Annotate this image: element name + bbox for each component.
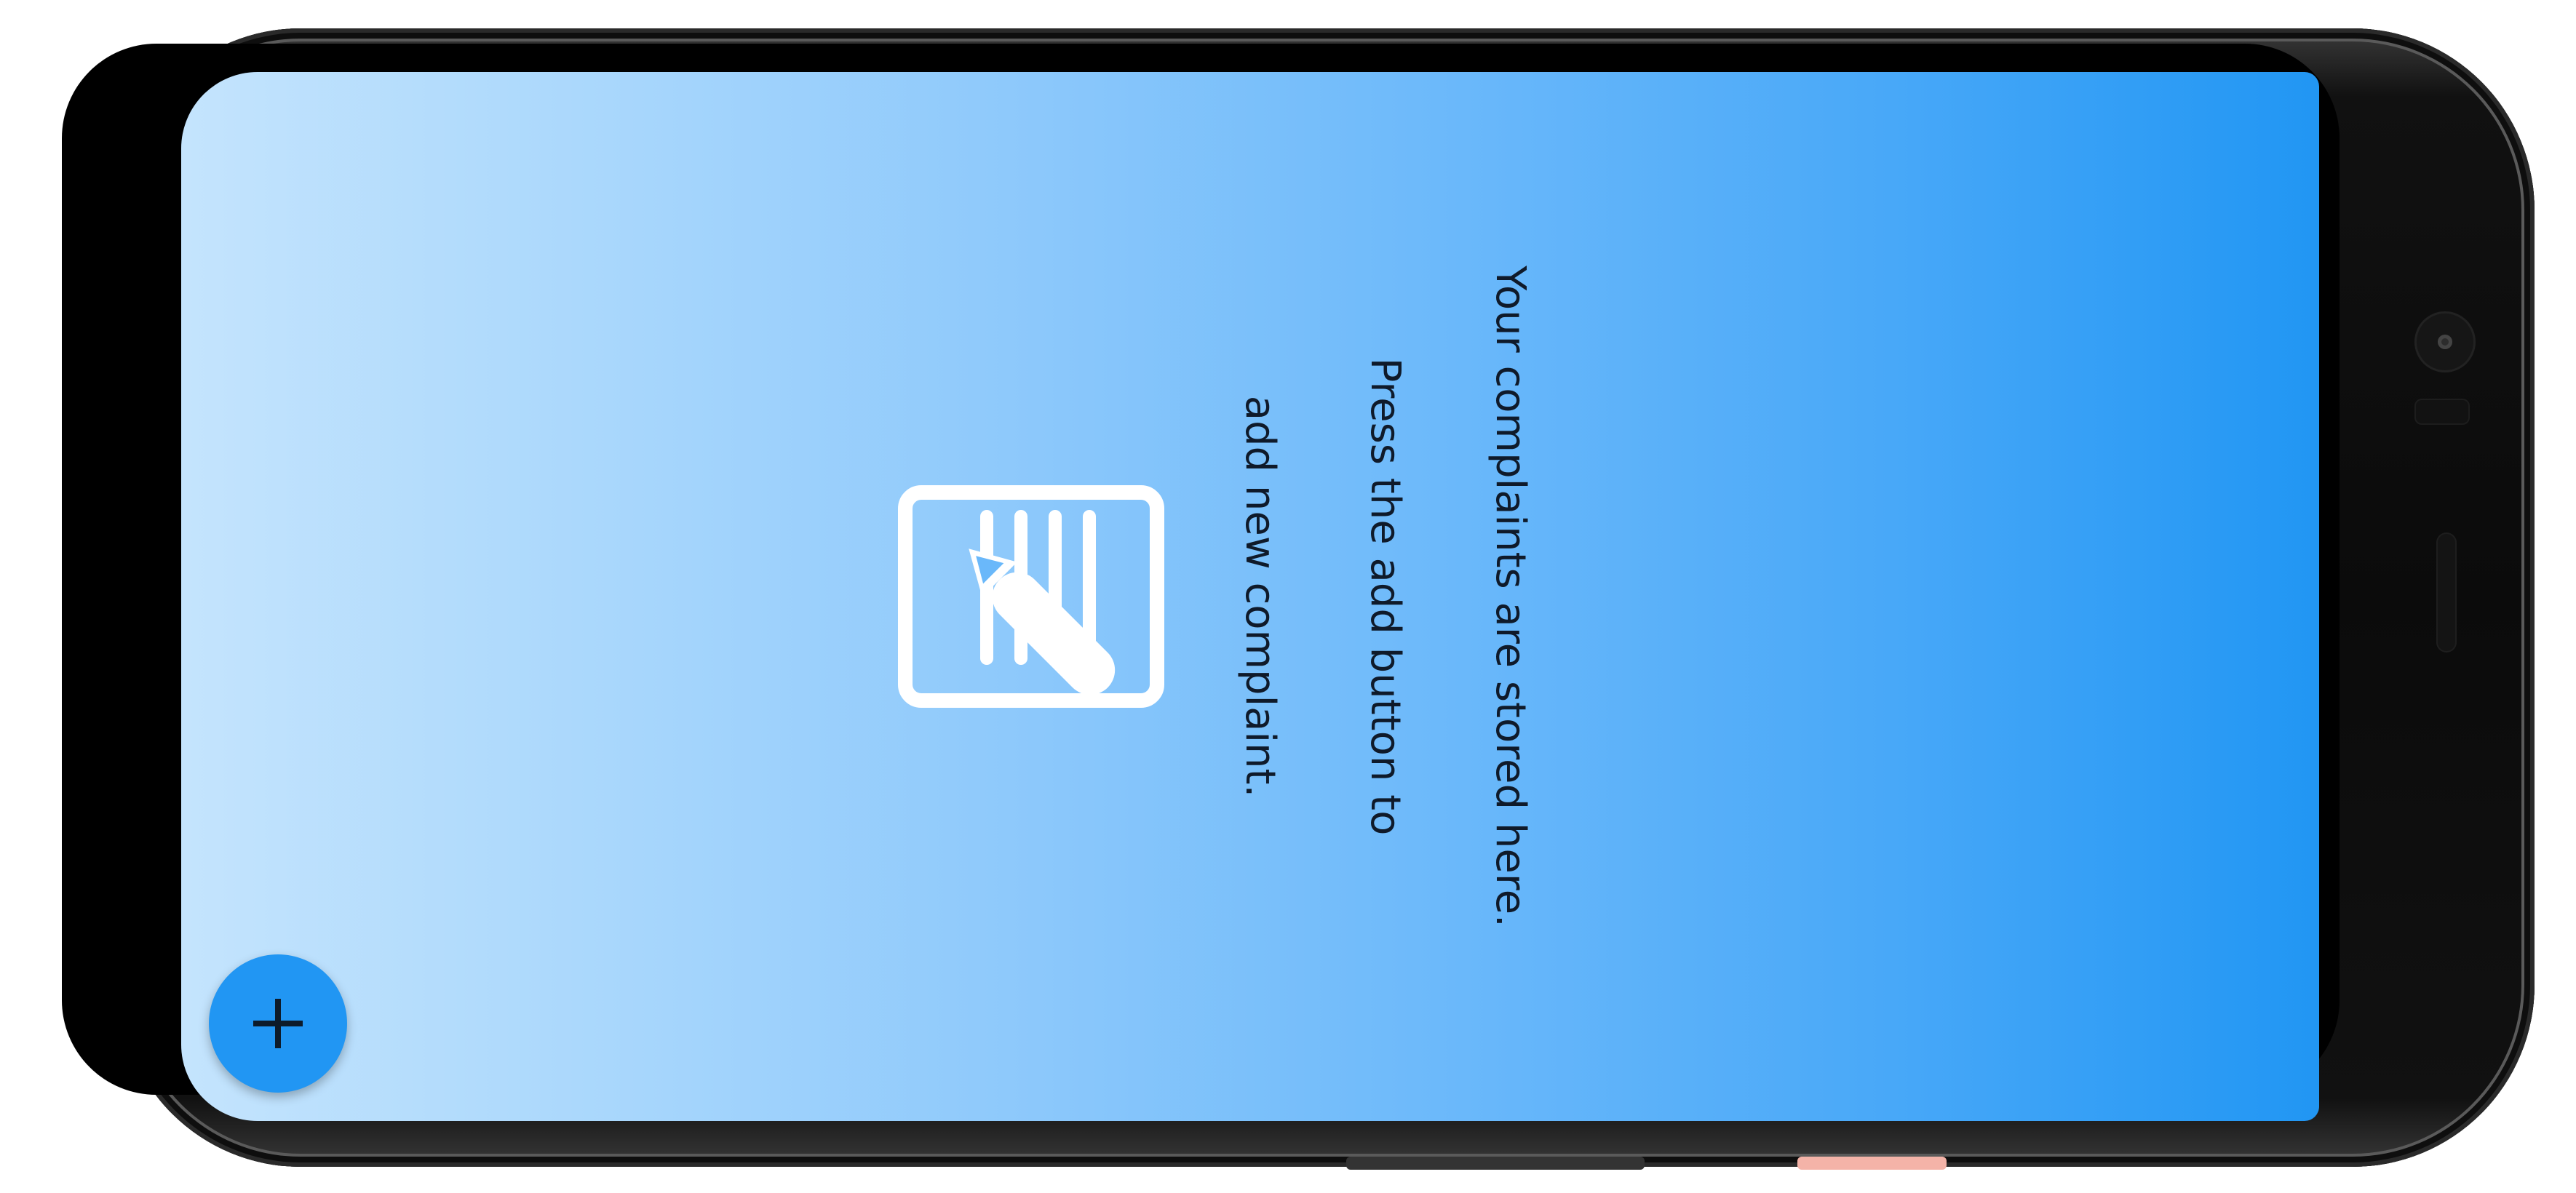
power-button xyxy=(1346,1157,1645,1170)
app-screen: Your complaints are stored here. Press t… xyxy=(181,72,2319,1121)
empty-state-line-2: Press the add button to xyxy=(1361,357,1409,836)
front-camera-icon xyxy=(2414,311,2476,372)
earpiece-speaker xyxy=(2436,532,2457,653)
empty-state-line-3: add new complaint. xyxy=(1236,395,1284,798)
empty-state-line-1: Your complaints are stored here. xyxy=(1487,266,1534,927)
device-frame: Your complaints are stored here. Press t… xyxy=(0,0,2576,1193)
empty-state-message: Your complaints are stored here. Press t… xyxy=(1166,266,1604,927)
add-complaint-button[interactable] xyxy=(209,954,347,1093)
complaint-edit-icon xyxy=(898,485,1164,708)
proximity-sensor xyxy=(2414,399,2470,425)
plus-icon xyxy=(253,999,303,1048)
volume-button xyxy=(1797,1157,1947,1170)
